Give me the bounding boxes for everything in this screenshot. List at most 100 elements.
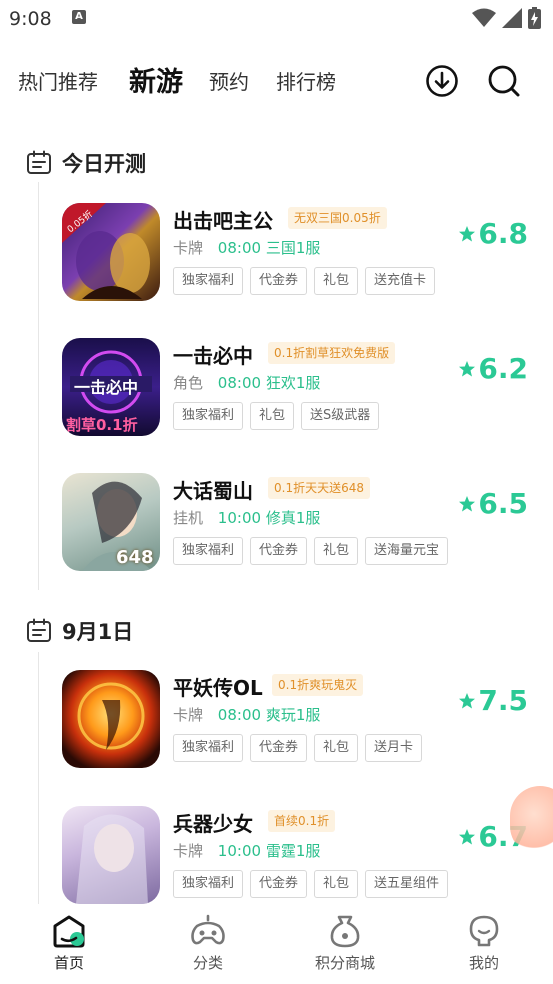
server-name: 修真1服	[265, 509, 321, 527]
tag-list: 独家福利 代金券 礼包 送充值卡	[173, 267, 436, 295]
tag: 送S级武器	[301, 402, 380, 430]
tab-reserve[interactable]: 预约	[209, 66, 249, 95]
promo-badge: 首续0.1折	[268, 810, 336, 832]
server-name: 三国1服	[265, 239, 321, 257]
promo-badge: 0.1折爽玩鬼灭	[272, 674, 364, 696]
tag: 代金券	[250, 870, 308, 898]
profile-icon	[469, 915, 499, 947]
rating-value: 7.5	[478, 684, 528, 717]
bottom-nav-points-mall[interactable]: 积分商城	[295, 914, 395, 973]
status-time: 9:08	[9, 8, 52, 30]
star-icon	[459, 360, 476, 376]
bottom-nav-category[interactable]: 分类	[158, 914, 258, 973]
tag-list: 独家福利 代金券 礼包 送海量元宝	[173, 537, 449, 565]
tag: 送五星组件	[365, 870, 449, 898]
rating-value: 6.2	[478, 352, 528, 385]
rating: 6.8	[459, 217, 528, 250]
wifi-icon	[472, 8, 496, 27]
tag: 代金券	[250, 537, 308, 565]
signal-icon	[502, 8, 522, 28]
tag: 独家福利	[173, 267, 244, 295]
bottom-nav: 首页 分类 积分商城 我的	[0, 904, 553, 984]
game-category: 角色	[173, 374, 204, 392]
open-time: 08:00	[217, 374, 262, 392]
bottom-nav-home[interactable]: 首页	[19, 914, 119, 973]
game-name[interactable]: 一击必中	[173, 340, 253, 369]
game-meta: 卡牌 08:00 三国1服	[173, 237, 320, 258]
tag: 代金券	[250, 267, 308, 295]
game-icon[interactable]	[62, 670, 160, 768]
game-name[interactable]: 兵器少女	[173, 808, 253, 837]
tag: 独家福利	[173, 870, 244, 898]
gamepad-icon	[191, 914, 225, 945]
game-card[interactable]: 0.05折 出击吧主公 无双三国0.05折 卡牌 08:00 三国1服 独家福利…	[62, 203, 542, 313]
tab-ranking[interactable]: 排行榜	[276, 66, 336, 95]
tab-new-games[interactable]: 新游	[129, 60, 183, 99]
game-category: 挂机	[173, 509, 204, 527]
bottom-nav-profile[interactable]: 我的	[434, 914, 534, 973]
promo-badge: 0.1折天天送648	[268, 477, 370, 499]
rating-value: 6.8	[478, 217, 528, 250]
open-time: 08:00	[217, 706, 262, 724]
open-time: 08:00	[217, 239, 262, 257]
star-icon	[459, 692, 476, 708]
tag: 礼包	[314, 870, 359, 898]
tag: 送海量元宝	[365, 537, 449, 565]
battery-icon	[528, 7, 541, 29]
rating: 6.2	[459, 352, 528, 385]
game-category: 卡牌	[173, 842, 204, 860]
timeline-line	[38, 652, 39, 904]
calendar-icon	[27, 618, 51, 642]
star-icon	[459, 828, 476, 844]
promo-badge: 0.1折割草狂欢免费版	[268, 342, 396, 364]
game-icon[interactable]	[62, 806, 160, 904]
timeline-line	[38, 182, 39, 590]
bottom-nav-label: 我的	[468, 954, 499, 972]
open-time: 10:00	[217, 842, 262, 860]
open-time: 10:00	[217, 509, 262, 527]
status-bar: 9:08 A	[0, 0, 553, 40]
home-icon	[53, 915, 85, 948]
floating-promo-icon[interactable]	[510, 786, 553, 856]
tag-list: 独家福利 代金券 礼包 送月卡	[173, 734, 423, 762]
game-name[interactable]: 大话蜀山	[173, 475, 253, 504]
search-icon[interactable]	[487, 64, 521, 98]
rating: 7.5	[459, 684, 528, 717]
game-meta: 卡牌 08:00 爽玩1服	[173, 704, 320, 725]
game-name[interactable]: 平妖传OL	[173, 672, 263, 701]
game-card[interactable]: 兵器少女 首续0.1折 卡牌 10:00 雷霆1服 独家福利 代金券 礼包 送五…	[62, 806, 542, 916]
date-title: 9月1日	[62, 620, 134, 644]
tag: 礼包	[314, 267, 359, 295]
rating: 6.5	[459, 487, 528, 520]
game-meta: 卡牌 10:00 雷霆1服	[173, 840, 320, 861]
bottom-nav-label: 首页	[53, 954, 84, 972]
rating-value: 6.5	[478, 487, 528, 520]
game-category: 卡牌	[173, 239, 204, 257]
game-icon[interactable]: 一击必中 割草0.1折	[62, 338, 160, 436]
points-bag-icon	[330, 915, 360, 948]
date-header-sep1: 9月1日	[26, 616, 133, 646]
bottom-nav-label: 积分商城	[314, 954, 375, 972]
notification-icon: A	[72, 10, 86, 24]
tag: 送充值卡	[365, 267, 436, 295]
tag: 礼包	[314, 734, 359, 762]
game-icon[interactable]: 648	[62, 473, 160, 571]
game-meta: 挂机 10:00 修真1服	[173, 507, 320, 528]
date-title: 今日开测	[62, 152, 146, 176]
tag-list: 独家福利 代金券 礼包 送五星组件	[173, 870, 449, 898]
download-icon[interactable]	[425, 64, 459, 98]
icon-text: 648	[116, 547, 154, 568]
tag: 送月卡	[365, 734, 423, 762]
game-card[interactable]: 平妖传OL 0.1折爽玩鬼灭 卡牌 08:00 爽玩1服 独家福利 代金券 礼包…	[62, 670, 542, 780]
icon-title: 一击必中	[74, 378, 139, 397]
game-category: 卡牌	[173, 706, 204, 724]
tag: 代金券	[250, 734, 308, 762]
star-icon	[459, 495, 476, 511]
game-icon[interactable]: 0.05折	[62, 203, 160, 301]
game-name[interactable]: 出击吧主公	[173, 205, 273, 234]
game-card[interactable]: 648 大话蜀山 0.1折天天送648 挂机 10:00 修真1服 独家福利 代…	[62, 473, 542, 583]
game-card[interactable]: 一击必中 割草0.1折 一击必中 0.1折割草狂欢免费版 角色 08:00 狂欢…	[62, 338, 542, 448]
tab-hot[interactable]: 热门推荐	[18, 66, 98, 95]
top-nav: 热门推荐 新游 预约 排行榜	[0, 52, 553, 108]
date-header-today: 今日开测	[26, 148, 146, 178]
